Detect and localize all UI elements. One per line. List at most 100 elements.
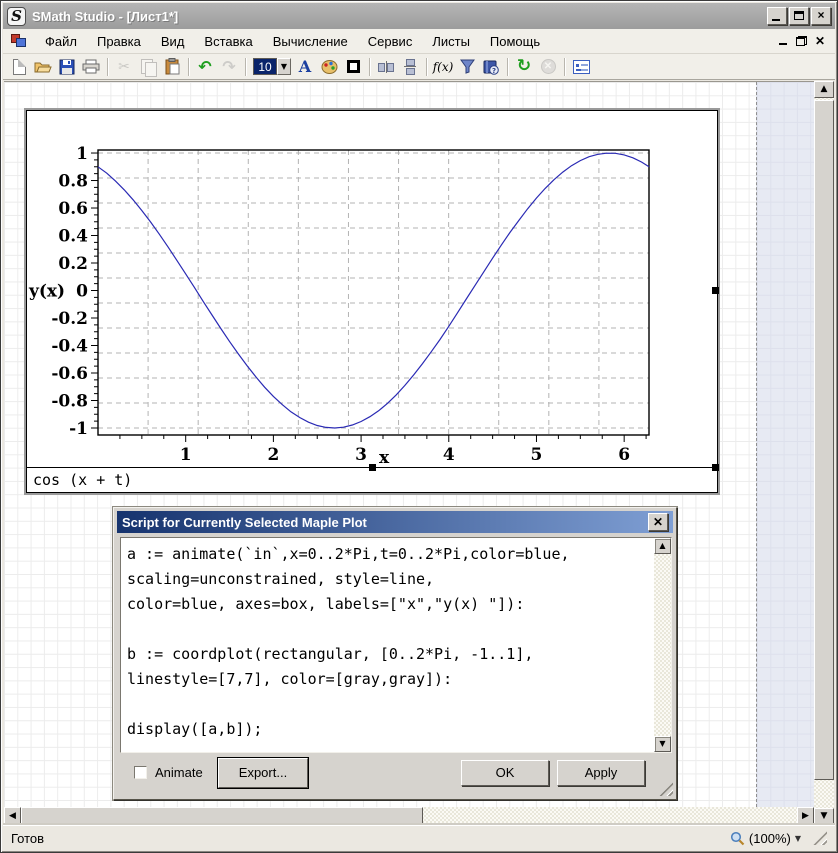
worksheet-canvas[interactable]: 12345610.80.60.40.20-0.2-0.4-0.6-0.8-1xy… (4, 81, 814, 807)
arrow-down-icon: ▼ (659, 739, 665, 748)
svg-text:x: x (379, 448, 390, 467)
vertical-scroll-thumb[interactable] (814, 100, 834, 780)
stop-button[interactable]: ✕ (537, 56, 559, 78)
menu-help[interactable]: Помощь (480, 32, 550, 51)
function-button[interactable]: f(x) (432, 56, 454, 78)
zoom-dropdown-icon[interactable]: ▼ (795, 834, 801, 843)
reference-button[interactable]: ? (480, 56, 502, 78)
paste-button[interactable] (161, 56, 183, 78)
document-icon[interactable] (11, 34, 27, 48)
new-page-icon (13, 59, 26, 75)
open-button[interactable] (32, 56, 54, 78)
zoom-magnifier-icon (730, 831, 745, 846)
scroll-left-button[interactable]: ◀ (4, 807, 21, 825)
export-button[interactable]: Export... (218, 758, 308, 788)
toolbar-separator (369, 58, 370, 76)
open-folder-icon (34, 60, 52, 74)
resize-handle-corner[interactable] (712, 464, 719, 471)
menu-calculation[interactable]: Вычисление (263, 32, 358, 51)
resize-handle-bottom[interactable] (369, 464, 376, 471)
svg-text:1: 1 (180, 445, 192, 465)
svg-text:-0.4: -0.4 (51, 336, 88, 356)
arrow-up-icon: ▲ (659, 541, 665, 550)
dialog-title-bar[interactable]: Script for Currently Selected Maple Plot… (117, 511, 673, 533)
undo-arrow-icon: ↶ (198, 59, 211, 75)
svg-text:0.6: 0.6 (58, 199, 88, 219)
recalculate-button[interactable]: ↻ (513, 56, 535, 78)
menu-view[interactable]: Вид (151, 32, 195, 51)
menu-file[interactable]: Файл (35, 32, 87, 51)
color-button[interactable] (318, 56, 340, 78)
stop-icon: ✕ (541, 59, 556, 74)
maple-plot-region[interactable]: 12345610.80.60.40.20-0.2-0.4-0.6-0.8-1xy… (26, 110, 718, 493)
font-button[interactable]: A (294, 56, 316, 78)
minimize-button[interactable] (767, 7, 787, 25)
mdi-restore-button[interactable] (796, 36, 807, 46)
border-button[interactable] (342, 56, 364, 78)
filter-button[interactable] (456, 56, 478, 78)
font-size-dropdown[interactable]: ▼ (277, 58, 291, 75)
toolbar-separator (426, 58, 427, 76)
copy-icon (141, 59, 156, 75)
app-window: S SMath Studio - [Лист1*] × Файл Правка … (0, 0, 838, 853)
svg-text:-0.6: -0.6 (51, 364, 88, 384)
scroll-right-button[interactable]: ▶ (797, 807, 814, 825)
options-button[interactable] (570, 56, 592, 78)
redo-button[interactable]: ↷ (218, 56, 240, 78)
new-button[interactable] (8, 56, 30, 78)
font-size-value[interactable]: 10 (253, 58, 277, 75)
save-button[interactable] (56, 56, 78, 78)
plot-formula[interactable]: cos (x + t) (27, 468, 717, 492)
scroll-down-button[interactable]: ▼ (814, 808, 834, 825)
close-button[interactable]: × (811, 7, 831, 25)
svg-text:?: ? (492, 67, 496, 75)
undo-button[interactable]: ↶ (194, 56, 216, 78)
script-text[interactable]: a := animate(`in`,x=0..2*Pi,t=0..2*Pi,co… (121, 538, 671, 746)
dialog-title: Script for Currently Selected Maple Plot (122, 515, 648, 530)
close-icon: ✕ (653, 515, 663, 529)
close-icon: × (817, 8, 824, 22)
print-button[interactable] (80, 56, 102, 78)
svg-text:2: 2 (267, 445, 279, 465)
horizontal-scrollbar[interactable]: ◀ ▶ (4, 807, 814, 825)
toolbar-separator (507, 58, 508, 76)
mdi-close-button[interactable]: ✕ (815, 36, 825, 46)
copy-button[interactable] (137, 56, 159, 78)
vertical-scrollbar[interactable]: ▲ ▼ (814, 81, 834, 825)
align-horizontal-icon (378, 61, 394, 73)
menu-insert[interactable]: Вставка (194, 32, 262, 51)
maple-plot[interactable]: 12345610.80.60.40.20-0.2-0.4-0.6-0.8-1xy… (27, 111, 719, 467)
resize-handle-right[interactable] (712, 287, 719, 294)
dialog-close-button[interactable]: ✕ (648, 513, 668, 531)
ok-button[interactable]: OK (461, 760, 549, 786)
mdi-minimize-button[interactable] (779, 37, 788, 46)
svg-text:0.8: 0.8 (58, 172, 88, 192)
svg-text:0: 0 (76, 282, 88, 302)
save-floppy-icon (59, 59, 75, 75)
arrow-up-icon: ▲ (821, 84, 828, 94)
svg-text:3: 3 (355, 445, 367, 465)
align-horizontal-button[interactable] (375, 56, 397, 78)
menu-edit[interactable]: Правка (87, 32, 151, 51)
align-vertical-button[interactable] (399, 56, 421, 78)
zoom-level[interactable]: (100%) (749, 831, 791, 846)
cut-button[interactable]: ✂ (113, 56, 135, 78)
svg-text:-1: -1 (69, 419, 88, 439)
title-bar[interactable]: S SMath Studio - [Лист1*] × (3, 3, 835, 29)
window-resize-grip[interactable] (813, 831, 827, 845)
script-editor[interactable]: a := animate(`in`,x=0..2*Pi,t=0..2*Pi,co… (120, 537, 672, 753)
arrow-right-icon: ▶ (802, 811, 809, 821)
scroll-up-button[interactable]: ▲ (814, 81, 834, 98)
animate-checkbox[interactable] (134, 766, 147, 779)
scroll-down-button[interactable]: ▼ (654, 736, 671, 752)
script-scrollbar[interactable]: ▲ ▼ (654, 538, 671, 752)
menu-tools[interactable]: Сервис (358, 32, 423, 51)
dialog-resize-grip[interactable] (659, 782, 673, 796)
svg-text:4: 4 (443, 445, 455, 465)
horizontal-scroll-thumb[interactable] (21, 807, 423, 825)
cut-scissors-icon: ✂ (118, 60, 130, 74)
maximize-button[interactable] (789, 7, 809, 25)
scroll-up-button[interactable]: ▲ (654, 538, 671, 554)
menu-sheets[interactable]: Листы (422, 32, 480, 51)
apply-button[interactable]: Apply (557, 760, 645, 786)
